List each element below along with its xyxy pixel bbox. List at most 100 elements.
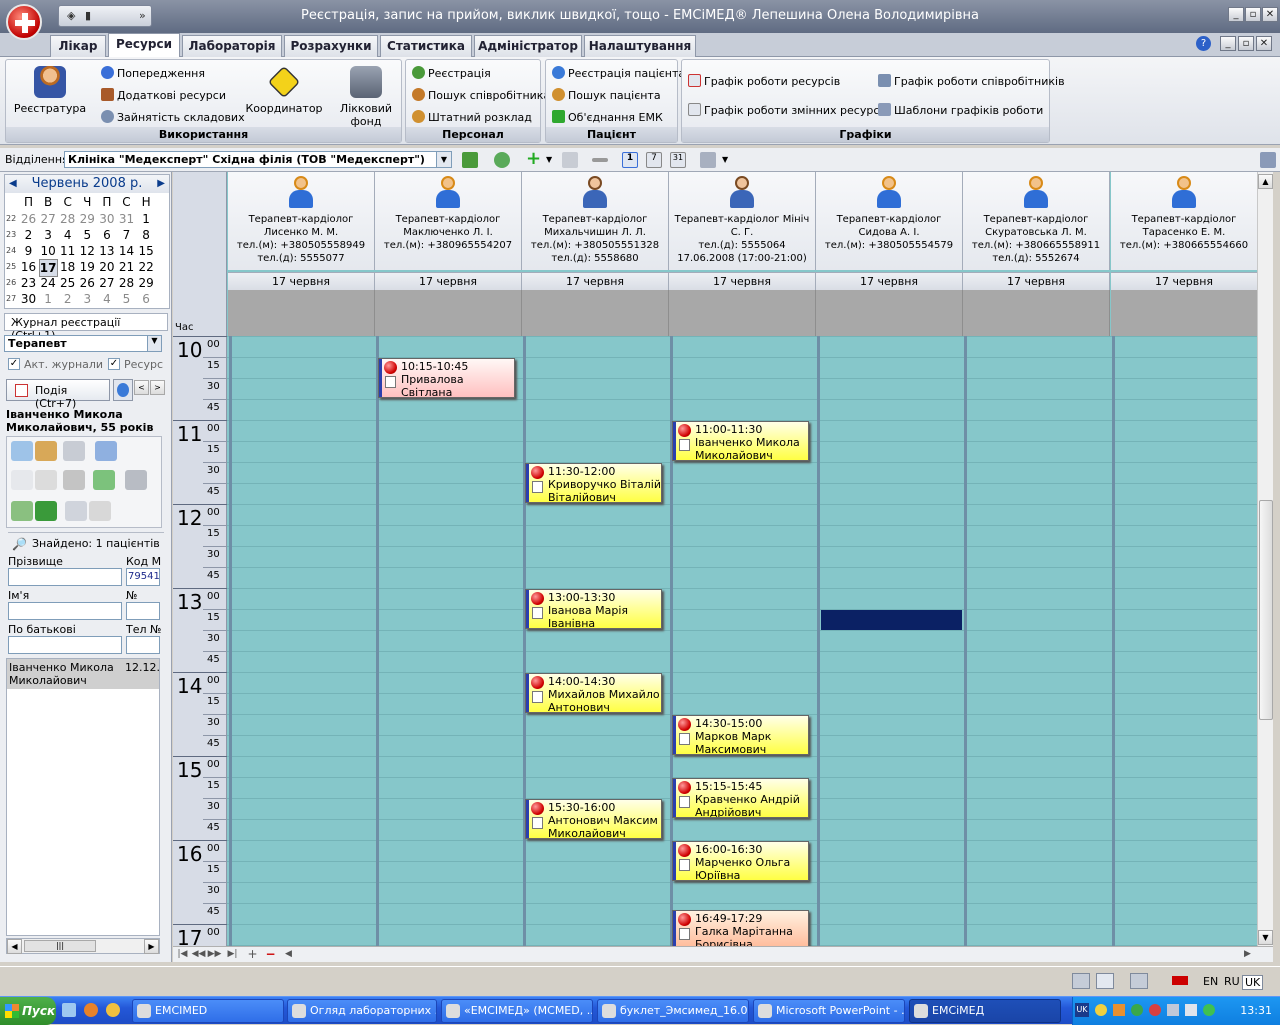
close-button[interactable]: ✕: [1262, 7, 1278, 22]
tab-right-button[interactable]: >: [150, 380, 165, 395]
tab-event[interactable]: Подія (Ctr+7): [6, 379, 110, 410]
edit-patient-icon[interactable]: [35, 441, 57, 461]
appointment[interactable]: 11:30-12:00 Криворучко Віталій Віталійович: [525, 463, 662, 503]
employee-schedule-button[interactable]: Графік роботи співробітників: [878, 74, 1065, 88]
task-lab-review[interactable]: Огляд лабораторних ...: [287, 999, 437, 1023]
print-icon[interactable]: [125, 470, 147, 490]
month-view-icon[interactable]: 31: [670, 152, 686, 168]
calendar-day[interactable]: 6: [137, 291, 156, 307]
tray-skype-icon[interactable]: [1131, 1004, 1143, 1016]
all-day-area[interactable]: [228, 290, 375, 336]
all-day-area[interactable]: [522, 290, 669, 336]
task-browser[interactable]: «ЕМСІМЕД» (MCMED, ...: [441, 999, 593, 1023]
doctor-header[interactable]: Терапевт-кардіолог Мініч С. Г. тел.(д): 55…: [669, 172, 816, 270]
calendar-day[interactable]: 28: [117, 275, 136, 291]
calendar-day[interactable]: 7: [117, 227, 136, 243]
tray-app-icon[interactable]: [1095, 1004, 1107, 1016]
scroll-up-button[interactable]: ▲: [1258, 174, 1273, 189]
date-header[interactable]: 17 червня: [375, 272, 522, 290]
tray-network-icon[interactable]: [1167, 1004, 1179, 1016]
calendar-day[interactable]: 31: [117, 211, 136, 227]
tab-resources[interactable]: Ресурси: [108, 33, 180, 58]
calendar-day[interactable]: 20: [97, 259, 116, 275]
prev-page-button[interactable]: ◀◀: [191, 948, 206, 962]
schedule-templates-button[interactable]: Шаблони графіків роботи: [878, 103, 1043, 117]
tab-statistics[interactable]: Статистика: [380, 35, 472, 57]
task-emcimed-folder[interactable]: EMCIMED: [132, 999, 284, 1023]
specialty-select[interactable]: Терапевт ▼: [4, 335, 162, 352]
tab-left-button[interactable]: <: [134, 380, 149, 395]
calendar-day[interactable]: 2: [58, 291, 77, 307]
task-word[interactable]: буклет_Эмсимед_16.0...: [597, 999, 749, 1023]
merge-emk-button[interactable]: Об'єднання ЕМК: [552, 110, 663, 124]
chevron-down-icon[interactable]: ▼: [436, 152, 451, 167]
app-logo-icon[interactable]: [6, 4, 42, 40]
all-day-area[interactable]: [963, 290, 1110, 336]
calendar-day[interactable]: 15: [137, 243, 156, 259]
warehouse-button[interactable]: Зайнятість складових: [101, 110, 245, 124]
calendar-day[interactable]: 6: [97, 227, 116, 243]
last-record-button[interactable]: ▶|: [225, 948, 240, 962]
extra-resources-button[interactable]: Додаткові ресурси: [101, 88, 226, 102]
first-record-button[interactable]: |◀: [175, 948, 190, 962]
warnings-button[interactable]: Попередження: [101, 66, 205, 80]
messenger-icon[interactable]: [106, 1003, 120, 1017]
schedule-vscroll[interactable]: ▲ ▼: [1257, 172, 1273, 946]
task-emcimed[interactable]: ЕМСіМЕД: [909, 999, 1061, 1023]
tab-laboratory[interactable]: Лабораторія: [182, 35, 282, 57]
print-dropdown-icon[interactable]: ▼: [722, 155, 728, 164]
eraser-icon[interactable]: [63, 441, 85, 461]
calendar-day[interactable]: 26: [78, 275, 97, 291]
lab-icon[interactable]: [11, 501, 33, 521]
doctor-header[interactable]: Терапевт-кардіолог Сидова А. І. тел.(м): +…: [816, 172, 963, 270]
day-view-icon[interactable]: 1: [622, 152, 638, 168]
doc-restore-button[interactable]: ▫: [1238, 36, 1254, 51]
calendar-day[interactable]: 1: [39, 291, 58, 307]
date-header[interactable]: 17 червня: [669, 272, 816, 290]
calendar-day[interactable]: 29: [78, 211, 97, 227]
firefox-icon[interactable]: [84, 1003, 98, 1017]
list-item[interactable]: Іванченко Микола Миколайович 12.12.1: [7, 659, 159, 689]
lang-uk[interactable]: UK: [1242, 975, 1264, 990]
staff-schedule-button[interactable]: Штатний розклад: [412, 110, 532, 124]
edit-icon[interactable]: [562, 152, 578, 168]
surname-input[interactable]: [8, 568, 122, 586]
no-input[interactable]: [126, 602, 160, 620]
tray-volume-icon[interactable]: [1185, 1004, 1197, 1016]
doctor-header[interactable]: Терапевт-кардіолог Лисенко М. М. тел.(м): …: [228, 172, 375, 270]
next-page-button[interactable]: ▶▶: [207, 948, 222, 962]
scroll-thumb[interactable]: |||: [24, 940, 96, 952]
calendar-day[interactable]: 14: [117, 243, 136, 259]
code-input[interactable]: 79541: [126, 568, 160, 586]
tab-billing[interactable]: Розрахунки: [284, 35, 378, 57]
patient-registration-button[interactable]: Реєстрація пацієнта: [552, 66, 685, 80]
new-doc-icon[interactable]: [11, 470, 33, 490]
registry-button[interactable]: Реєстратура: [12, 66, 88, 115]
act-journals-checkbox[interactable]: ✓: [8, 358, 20, 370]
prev-month-icon[interactable]: ◀: [9, 175, 17, 193]
scroll-right-button[interactable]: ▶: [144, 939, 159, 954]
chevron-down-icon[interactable]: ▼: [147, 336, 161, 351]
calendar-day[interactable]: 22: [137, 259, 156, 275]
calendar-day[interactable]: 12: [78, 243, 97, 259]
week-view-icon[interactable]: 7: [646, 152, 662, 168]
chart-icon[interactable]: [35, 501, 57, 521]
date-header[interactable]: 17 червня: [522, 272, 669, 290]
tab-settings[interactable]: Налаштування: [584, 35, 696, 57]
tray-lang[interactable]: UK: [1075, 1003, 1089, 1017]
fund-button[interactable]: Лікковий фонд: [334, 66, 398, 128]
calendar-day[interactable]: 10: [39, 243, 58, 259]
vscroll-thumb[interactable]: [1259, 500, 1273, 720]
registration-button[interactable]: Реєстрація: [412, 66, 491, 80]
tab-patient[interactable]: [113, 379, 133, 401]
calendar-day[interactable]: 27: [97, 275, 116, 291]
calendar-day[interactable]: 2: [19, 227, 38, 243]
calendar-day[interactable]: 24: [39, 275, 58, 291]
sync-icon[interactable]: [93, 470, 115, 490]
calendar-day[interactable]: 4: [97, 291, 116, 307]
calendar-day[interactable]: 13: [97, 243, 116, 259]
doc-minimize-button[interactable]: _: [1220, 36, 1236, 51]
add-dropdown-icon[interactable]: ▼: [546, 155, 552, 164]
appointment[interactable]: 15:30-16:00 Антонович Максим Миколайович: [525, 799, 662, 839]
date-header[interactable]: 17 червня: [963, 272, 1110, 290]
